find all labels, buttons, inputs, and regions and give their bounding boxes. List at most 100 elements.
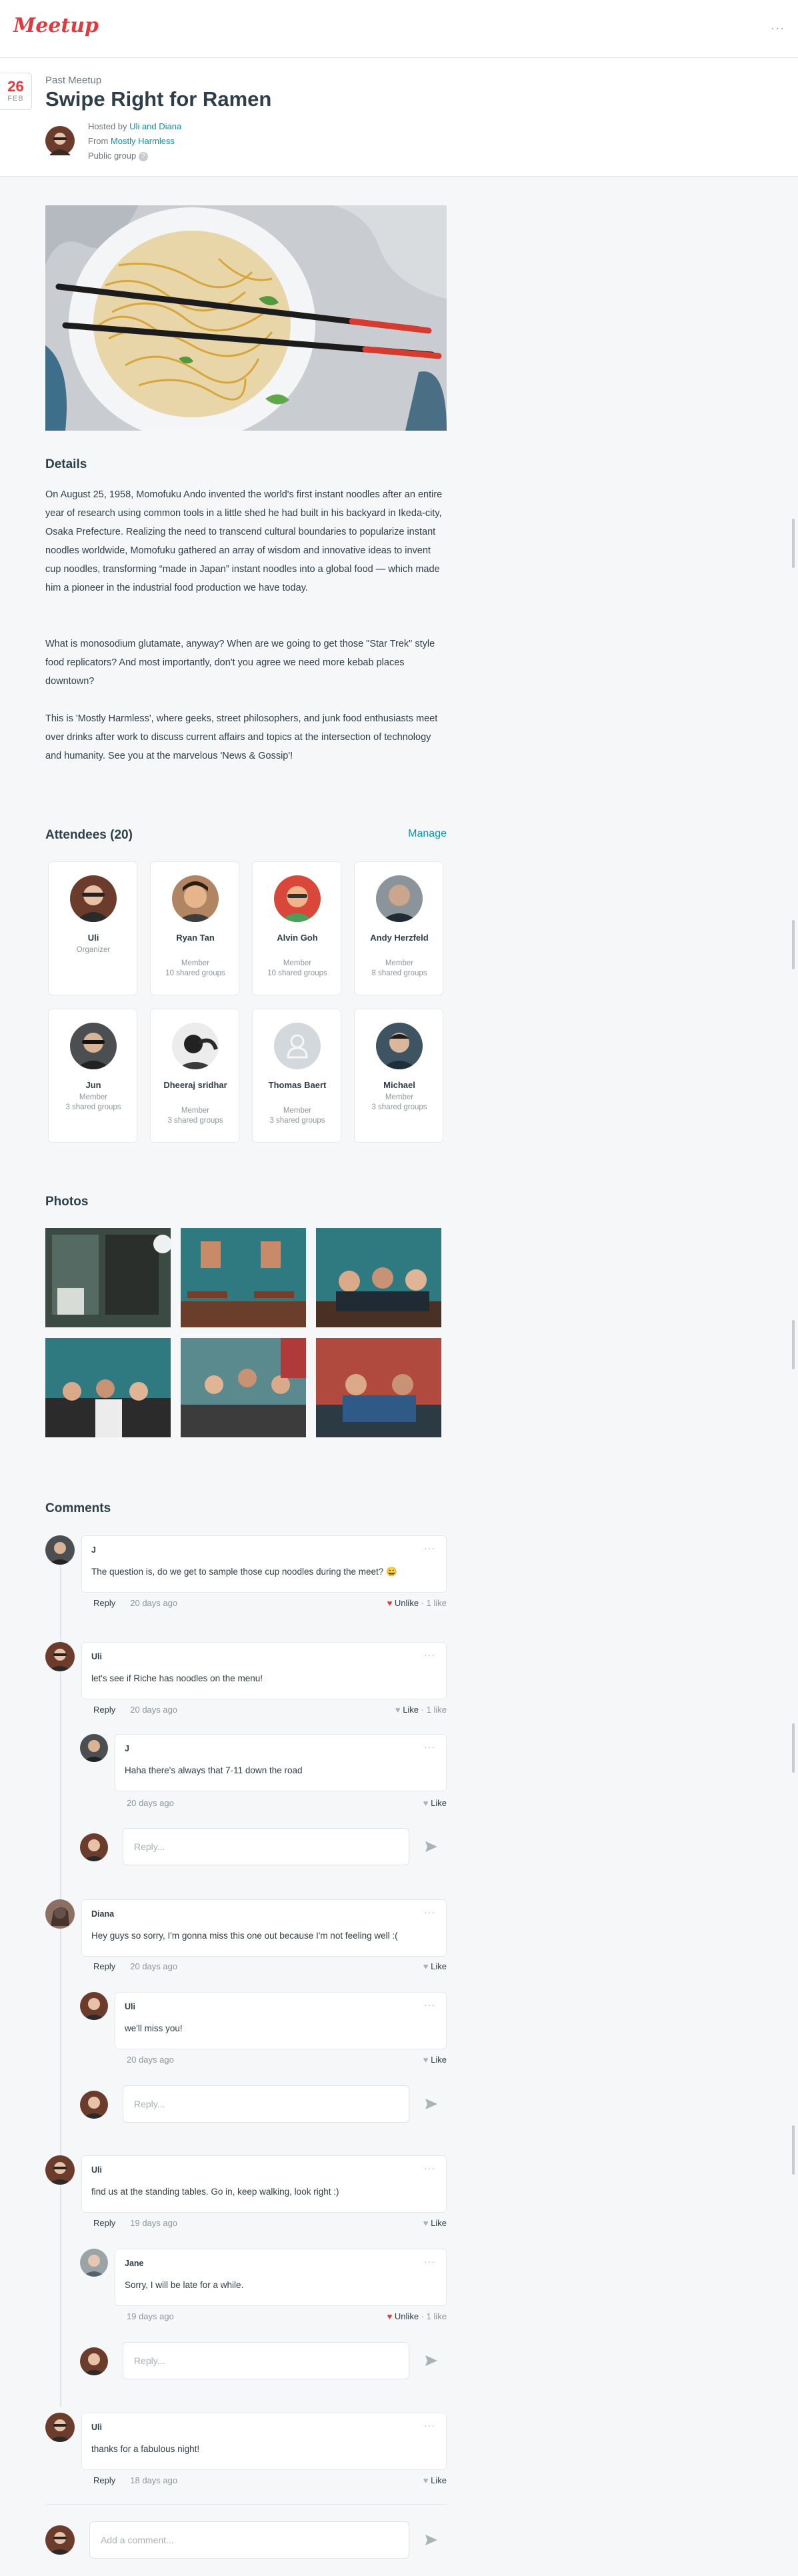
commenter-avatar[interactable] xyxy=(80,1734,108,1762)
event-photo-thumbnail[interactable] xyxy=(316,1228,441,1327)
details-paragraph-3: This is 'Mostly Harmless', where geeks, … xyxy=(45,713,438,761)
reply-button[interactable]: Reply xyxy=(93,2218,115,2228)
attendee-card[interactable]: Dheeraj sridhar Member 3 shared groups xyxy=(150,1009,239,1143)
attendee-card[interactable]: Andy Herzfeld Member 8 shared groups xyxy=(354,861,443,995)
event-photo-thumbnail[interactable] xyxy=(45,1338,171,1437)
comment-more-icon[interactable]: ··· xyxy=(424,1907,435,1917)
host-info: Hosted by Uli and Diana From Mostly Harm… xyxy=(88,119,181,163)
comment-more-icon[interactable]: ··· xyxy=(424,2420,435,2431)
attendee-card[interactable]: Alvin Goh Member 10 shared groups xyxy=(252,861,341,995)
commenter-avatar[interactable] xyxy=(80,2249,108,2277)
unlike-button[interactable]: Unlike xyxy=(395,1598,419,1608)
comment-like: ♥ Like xyxy=(423,1961,447,1971)
comment-meta: Reply 20 days ago xyxy=(93,1705,177,1715)
scrollbar-thumb[interactable] xyxy=(792,1320,795,1369)
send-icon[interactable] xyxy=(425,2097,438,2111)
heart-icon[interactable]: ♥ xyxy=(395,1705,401,1715)
heart-icon[interactable]: ♥ xyxy=(423,2475,429,2485)
like-button[interactable]: Like xyxy=(431,2475,447,2485)
commenter-avatar[interactable] xyxy=(45,2155,75,2185)
heart-icon[interactable]: ♥ xyxy=(423,1798,429,1808)
commenter-avatar[interactable] xyxy=(45,2413,75,2442)
event-photo-thumbnail[interactable] xyxy=(45,1228,171,1327)
scrollbar-thumb[interactable] xyxy=(792,920,795,969)
like-button[interactable]: Like xyxy=(431,2055,447,2065)
comment-author[interactable]: J xyxy=(125,1744,129,1753)
comment-more-icon[interactable]: ··· xyxy=(424,1999,435,2010)
comment-meta: Reply 20 days ago xyxy=(93,1961,177,1971)
like-button[interactable]: Like xyxy=(403,1705,419,1715)
hosts-link[interactable]: Uli and Diana xyxy=(129,121,181,131)
commenter-avatar[interactable] xyxy=(45,1642,75,1671)
more-menu-icon[interactable]: ··· xyxy=(771,21,785,35)
like-button[interactable]: Like xyxy=(431,1961,447,1971)
comment-more-icon[interactable]: ··· xyxy=(424,1543,435,1553)
attendee-card[interactable]: Jun Member 3 shared groups xyxy=(48,1009,137,1143)
manage-attendees-link[interactable]: Manage xyxy=(408,828,447,840)
comment-author[interactable]: Uli xyxy=(125,2002,135,2011)
comment-more-icon[interactable]: ··· xyxy=(424,1649,435,1660)
host-avatar[interactable] xyxy=(45,126,75,155)
heart-icon[interactable]: ♥ xyxy=(423,2055,429,2065)
comment-text: Hey guys so sorry, I'm gonna miss this o… xyxy=(91,1931,398,1941)
heart-icon[interactable]: ♥ xyxy=(423,2218,429,2228)
comment-author[interactable]: Uli xyxy=(91,2423,102,2432)
comment-author[interactable]: Diana xyxy=(91,1909,114,1919)
commenter-avatar[interactable] xyxy=(45,1535,75,1565)
commenter-avatar[interactable] xyxy=(45,1899,75,1929)
attendee-name: Dheeraj sridhar xyxy=(163,1080,227,1090)
heart-icon[interactable]: ♥ xyxy=(387,1598,393,1608)
add-comment-input[interactable]: Add a comment... xyxy=(89,2521,409,2559)
attendee-card[interactable]: Thomas Baert Member 3 shared groups xyxy=(252,1009,341,1143)
comment-more-icon[interactable]: ··· xyxy=(424,2163,435,2173)
unlike-button[interactable]: Unlike xyxy=(395,2311,419,2321)
reply-input[interactable]: Reply... xyxy=(123,2342,409,2379)
comment-like: ♥ Like xyxy=(423,2475,447,2485)
reply-button[interactable]: Reply xyxy=(93,1598,115,1608)
heart-icon[interactable]: ♥ xyxy=(423,1961,429,1971)
reply-button[interactable]: Reply xyxy=(93,2475,115,2485)
comments-heading: Comments xyxy=(45,1501,111,1515)
attendee-name: Jun xyxy=(85,1080,101,1090)
comment-author[interactable]: Uli xyxy=(91,1652,102,1661)
like-button[interactable]: Like xyxy=(431,2218,447,2228)
reply-input[interactable]: Reply... xyxy=(123,1828,409,1865)
attendee-card[interactable]: Ryan Tan Member 10 shared groups xyxy=(150,861,239,995)
comment-author[interactable]: Jane xyxy=(125,2259,144,2268)
send-icon[interactable] xyxy=(425,1840,438,1853)
event-photo-thumbnail[interactable] xyxy=(316,1338,441,1437)
reply-input[interactable]: Reply... xyxy=(123,2085,409,2123)
attendee-role: Member xyxy=(79,1093,108,1101)
attendee-card[interactable]: Michael Member 3 shared groups xyxy=(354,1009,443,1143)
scrollbar-thumb[interactable] xyxy=(792,2125,795,2175)
send-icon[interactable] xyxy=(425,2533,438,2547)
date-badge: 26 FEB xyxy=(0,73,32,110)
commenter-avatar[interactable] xyxy=(80,1992,108,2020)
attendee-card[interactable]: Uli Organizer xyxy=(48,861,137,995)
comment-more-icon[interactable]: ··· xyxy=(424,1741,435,1752)
scrollbar-thumb[interactable] xyxy=(792,1723,795,1773)
reply-button[interactable]: Reply xyxy=(93,1961,115,1971)
meetup-logo[interactable]: Meetup xyxy=(12,9,99,45)
heart-icon[interactable]: ♥ xyxy=(387,2311,393,2321)
event-photo-thumbnail[interactable] xyxy=(181,1338,306,1437)
comment-author[interactable]: Uli xyxy=(91,2165,102,2175)
comment-time: 20 days ago xyxy=(130,1705,178,1715)
comment-card: Uli ··· thanks for a fabulous night! xyxy=(81,2413,447,2470)
attendee-avatar xyxy=(70,1023,117,1069)
send-icon[interactable] xyxy=(425,2354,438,2367)
reply-button[interactable]: Reply xyxy=(93,1705,115,1715)
group-link[interactable]: Mostly Harmless xyxy=(111,136,175,146)
comment-text: Haha there's always that 7-11 down the r… xyxy=(125,1765,303,1775)
like-button[interactable]: Like xyxy=(431,1798,447,1808)
comment-author[interactable]: J xyxy=(91,1545,96,1555)
comment-more-icon[interactable]: ··· xyxy=(424,2256,435,2267)
info-icon[interactable]: ? xyxy=(138,151,148,161)
comment-text: thanks for a fabulous night! xyxy=(91,2444,200,2454)
attendee-shared-groups: 10 shared groups xyxy=(267,969,327,977)
event-title: Swipe Right for Ramen xyxy=(45,87,272,111)
attendee-shared-groups: 3 shared groups xyxy=(269,1117,325,1125)
event-photo-thumbnail[interactable] xyxy=(181,1228,306,1327)
scrollbar-thumb[interactable] xyxy=(792,519,795,568)
attendee-shared-groups: 3 shared groups xyxy=(371,1103,427,1111)
